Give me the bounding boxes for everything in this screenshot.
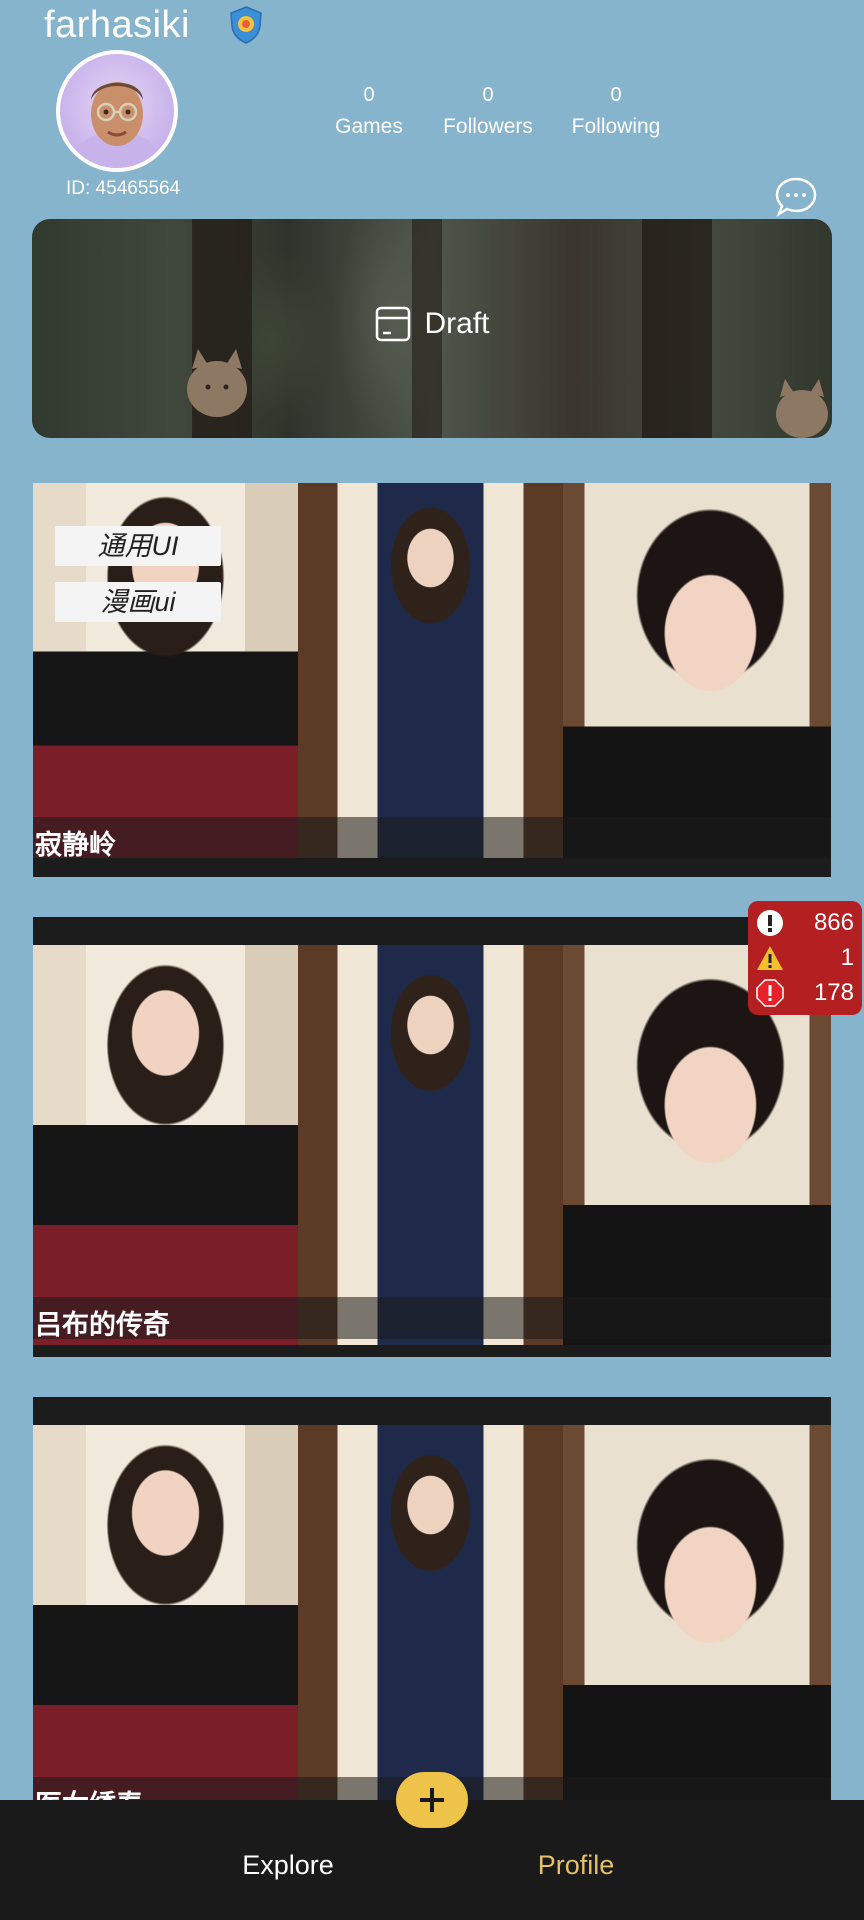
counter-info-value: 866 — [813, 908, 854, 936]
game-title: 医女绣春 — [35, 1783, 143, 1800]
plus-icon — [420, 1788, 444, 1812]
error-octagon-icon — [756, 978, 784, 1007]
memoji-face-icon — [77, 82, 157, 168]
game-thumbnail — [298, 483, 563, 858]
nav-explore[interactable]: Explore — [188, 1850, 388, 1881]
game-tag[interactable]: 通用UI — [55, 526, 221, 566]
stat-followers-count: 0 — [482, 84, 494, 106]
warning-triangle-icon — [757, 945, 783, 970]
avatar[interactable] — [56, 50, 178, 172]
stat-following[interactable]: 0 Following — [551, 84, 681, 139]
stat-followers[interactable]: 0 Followers — [423, 84, 553, 139]
game-card[interactable]: 吕布的传奇 — [33, 917, 831, 1357]
counter-error-value: 178 — [813, 978, 854, 1006]
game-thumbnail — [33, 1425, 298, 1800]
game-card[interactable]: 寂静岭 通用UI 漫画ui — [33, 483, 831, 877]
game-card[interactable]: 医女绣春 — [33, 1397, 831, 1800]
game-thumbnail — [563, 1425, 831, 1800]
stat-games[interactable]: 0 Games — [304, 84, 434, 139]
counter-warning-value: 1 — [840, 943, 854, 971]
game-thumbnail — [298, 1425, 563, 1800]
shield-badge-icon[interactable] — [229, 6, 263, 44]
draft-label: Draft — [424, 307, 490, 340]
issue-counter-panel[interactable]: 866 1 178 — [748, 901, 862, 1015]
username: farhasiki — [44, 4, 190, 46]
stat-games-label: Games — [335, 115, 403, 138]
draft-card[interactable]: Draft — [32, 219, 832, 438]
create-button[interactable] — [396, 1772, 468, 1828]
counter-row-error: 178 — [756, 975, 854, 1010]
chat-bubble-icon[interactable] — [774, 176, 818, 218]
game-tag[interactable]: 漫画ui — [55, 582, 221, 622]
counter-row-warning: 1 — [756, 940, 854, 975]
counter-row-info: 866 — [756, 905, 854, 940]
game-title: 寂静岭 — [35, 830, 116, 860]
game-thumbnail — [298, 945, 563, 1345]
nav-profile[interactable]: Profile — [476, 1850, 676, 1881]
draft-box-icon — [376, 306, 411, 342]
stat-following-label: Following — [571, 115, 661, 138]
stat-games-count: 0 — [363, 84, 375, 106]
info-circle-icon — [757, 909, 783, 936]
game-thumbnail — [33, 945, 298, 1345]
user-id: ID: 45465564 — [66, 178, 181, 199]
game-thumbnail — [563, 483, 831, 858]
stat-following-count: 0 — [610, 84, 622, 106]
stat-followers-label: Followers — [443, 115, 533, 138]
game-title: 吕布的传奇 — [35, 1310, 170, 1340]
